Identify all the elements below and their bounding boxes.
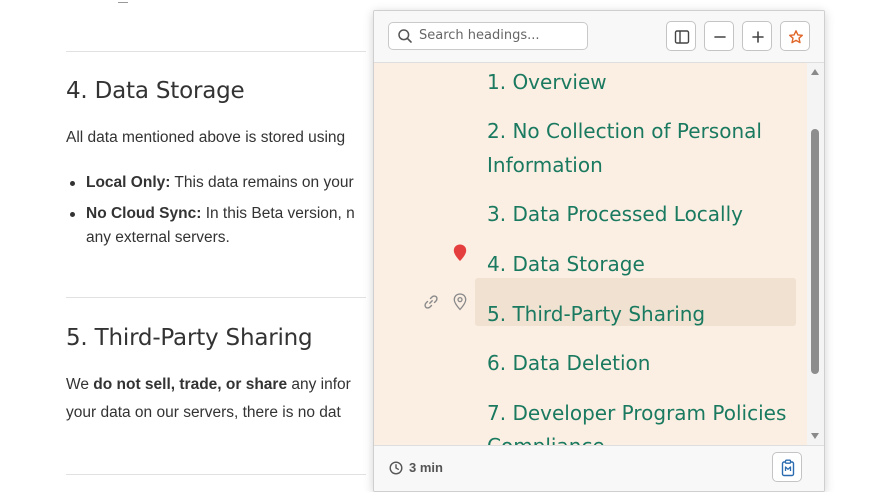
section-paragraph: your data on our servers, there is no da… (66, 404, 341, 421)
paragraph-text: We (66, 376, 94, 393)
star-icon (789, 30, 804, 44)
search-input[interactable]: Search headings... (388, 22, 588, 50)
list-item-label: No Cloud Sync: (86, 205, 202, 222)
clipboard-icon (781, 459, 795, 477)
scrollbar-thumb[interactable] (811, 129, 819, 374)
toc-item-data-storage[interactable]: 4. Data Storage (487, 247, 645, 281)
clock-icon (389, 461, 403, 475)
zoom-in-button[interactable] (742, 21, 772, 51)
copy-button[interactable] (772, 452, 802, 482)
list-item: Local Only: This data remains on your (86, 174, 354, 192)
divider (66, 51, 366, 52)
section-paragraph: All data mentioned above is stored using (66, 129, 346, 146)
toc-item-overview[interactable]: 1. Overview (487, 65, 607, 99)
favorite-button[interactable] (780, 21, 810, 51)
section-heading-third-party-sharing: 5. Third-Party Sharing (66, 325, 313, 351)
toc-item-no-collection[interactable]: 2. No Collection of Personal (487, 114, 762, 148)
popup-footer: 3 min (374, 445, 824, 491)
scrollbar[interactable] (807, 63, 824, 445)
bullet-dot (70, 212, 75, 217)
list-item-label: Local Only: (86, 174, 171, 191)
divider (66, 297, 366, 298)
sidebar-toggle-button[interactable] (666, 21, 696, 51)
list-item-text: This data remains on your (170, 174, 354, 191)
scroll-down-arrow-icon[interactable] (811, 433, 819, 439)
link-icon[interactable] (423, 294, 439, 310)
section-paragraph: We do not sell, trade, or share any info… (66, 376, 351, 394)
divider (66, 474, 366, 475)
toc-item-third-party-sharing[interactable]: 5. Third-Party Sharing (487, 297, 705, 331)
pin-outline-icon[interactable] (453, 293, 467, 311)
headings-list: 1. Overview 2. No Collection of Personal… (374, 63, 807, 445)
toc-item-no-collection-cont[interactable]: Information (487, 148, 603, 182)
section-heading-data-storage: 4. Data Storage (66, 78, 245, 104)
zoom-out-button[interactable] (704, 21, 734, 51)
toc-item-developer-policies-cont[interactable]: Compliance (487, 429, 605, 445)
sidebar-toggle-icon (674, 30, 690, 44)
document-fragment (118, 0, 128, 3)
paragraph-bold: do not sell, trade, or share (93, 376, 288, 393)
minus-icon (714, 36, 726, 38)
plus-icon (752, 31, 764, 43)
read-time: 3 min (409, 460, 443, 475)
pin-red-icon[interactable] (453, 244, 467, 262)
toc-item-developer-policies[interactable]: 7. Developer Program Policies (487, 396, 786, 430)
toc-item-data-processed[interactable]: 3. Data Processed Locally (487, 197, 743, 231)
popup-toolbar: Search headings... (374, 11, 824, 63)
bullet-dot (70, 181, 75, 186)
list-item: No Cloud Sync: In this Beta version, n (86, 205, 355, 223)
scroll-up-arrow-icon[interactable] (811, 69, 819, 75)
search-icon (398, 29, 412, 43)
search-placeholder: Search headings... (419, 28, 540, 43)
list-item-text: In this Beta version, n (201, 205, 355, 222)
toc-item-data-deletion[interactable]: 6. Data Deletion (487, 346, 650, 380)
list-item-continuation: any external servers. (86, 229, 230, 246)
toc-popup: Search headings... 1. Overview 2. No Col… (373, 10, 825, 492)
paragraph-text: any infor (287, 376, 351, 393)
